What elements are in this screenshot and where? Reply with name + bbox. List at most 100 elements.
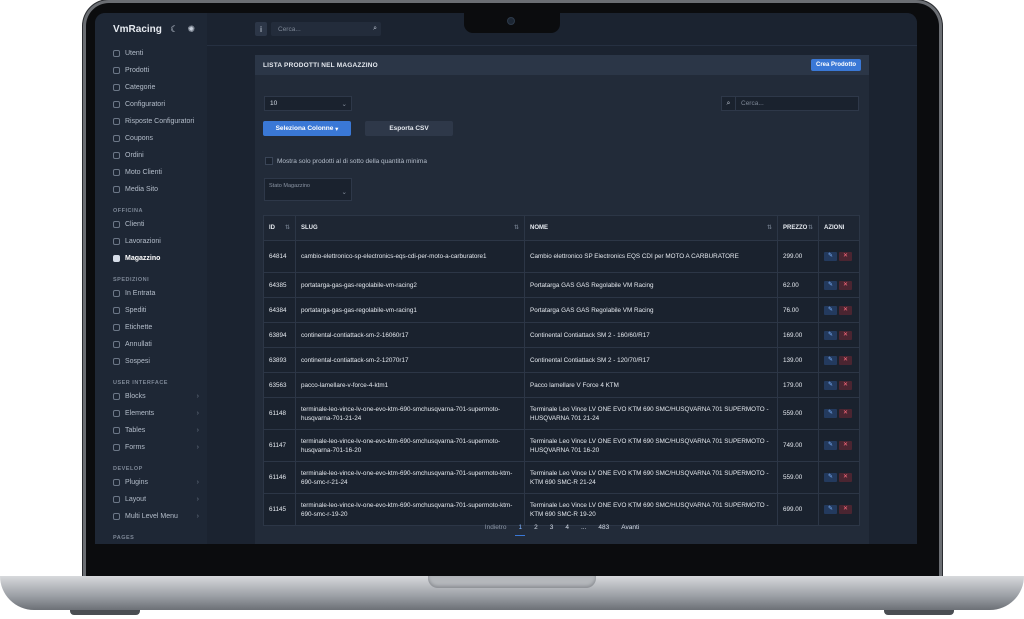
col-slug[interactable]: SLUG ⇅ [295,215,525,241]
sidebar-item-label: Moto Clienti [125,169,162,176]
cell-azioni: ✎ ✕ [818,397,860,430]
delete-icon[interactable]: ✕ [839,473,852,482]
table-search-input[interactable]: Cerca... [736,96,859,111]
cell-prezzo: 76.00 [777,297,819,323]
nav-icon [113,135,120,142]
sidebar-item-layout[interactable]: Layout › [95,491,207,508]
sidebar-item-label: Etichette [125,324,153,331]
sidebar-item-blocks[interactable]: Blocks › [95,388,207,405]
edit-icon[interactable]: ✎ [824,473,837,482]
menu-button[interactable]: i [255,22,267,36]
page-title: LISTA PRODOTTI NEL MAGAZZINO [263,61,378,69]
sidebar-item-multi-level-menu[interactable]: Multi Level Menu › [95,508,207,525]
edit-icon[interactable]: ✎ [824,505,837,514]
delete-icon[interactable]: ✕ [839,441,852,450]
table-row: 61146 terminale-leo-vince-lv-one-evo-ktm-… [263,461,860,494]
delete-icon[interactable]: ✕ [839,305,852,315]
sidebar-section: DEVELOP [113,466,143,472]
nav-icon [113,341,120,348]
sidebar-item-etichette[interactable]: Etichette [95,319,207,336]
sidebar-item-spediti[interactable]: Spediti [95,302,207,319]
sidebar-item-configuratori[interactable]: Configuratori [95,96,207,113]
stock-status-select[interactable]: Stato Magazzino ⌄ [264,178,352,201]
pager-page[interactable]: 483 [595,524,612,536]
sidebar-item-media-sito[interactable]: Media Sito [95,181,207,198]
sidebar-item-label: Configuratori [125,101,166,108]
cell-azioni: ✎ ✕ [818,272,860,298]
sidebar-item-magazzino[interactable]: Magazzino [95,250,207,267]
edit-icon[interactable]: ✎ [824,409,837,418]
delete-icon[interactable]: ✕ [839,330,852,340]
sidebar-item-tables[interactable]: Tables › [95,422,207,439]
sidebar-item-ordini[interactable]: Ordini [95,147,207,164]
sidebar-item-clienti[interactable]: Clienti [95,216,207,233]
sidebar-item-label: Clienti [125,221,145,228]
cell-slug: continental-contiattack-sm-2-16060r17 [295,322,525,348]
sun-icon[interactable]: ✺ [187,24,195,35]
pager-next[interactable]: Avanti [618,524,642,536]
delete-icon[interactable]: ✕ [839,380,852,390]
cell-id: 64385 [263,272,296,298]
moon-icon[interactable]: ☾ [170,24,178,35]
search-icon: ⌕ [721,96,736,111]
sidebar-item-prodotti[interactable]: Prodotti [95,62,207,79]
sidebar-item-elements[interactable]: Elements › [95,405,207,422]
pager-page[interactable]: 4 [562,524,572,536]
delete-icon[interactable]: ✕ [839,252,852,261]
sidebar-item-lavorazioni[interactable]: Lavorazioni [95,233,207,250]
select-columns-button[interactable]: Seleziona Colonne ▾ [263,121,351,136]
sidebar-section: USER INTERFACE [113,380,168,386]
sidebar-item-utenti[interactable]: Utenti [95,45,207,62]
sidebar-item-label: In Entrata [125,290,156,297]
create-product-button[interactable]: Crea Prodotto [810,59,861,71]
sidebar-item-forms[interactable]: Forms › [95,439,207,456]
sidebar-item-sospesi[interactable]: Sospesi [95,353,207,370]
sidebar-item-in-entrata[interactable]: In Entrata [95,285,207,302]
edit-icon[interactable]: ✎ [824,330,837,340]
pager-prev[interactable]: Indietro [482,524,510,536]
chevron-right-icon: › [196,444,199,451]
chevron-right-icon: › [196,427,199,434]
chevron-right-icon: › [196,496,199,503]
search-placeholder: Cerca... [278,25,301,33]
pager-page[interactable]: 1 [515,524,526,536]
sidebar-item-label: Magazzino [125,255,161,262]
edit-icon[interactable]: ✎ [824,441,837,450]
sidebar-item-label: Ordini [125,152,144,159]
table-search[interactable]: ⌕ Cerca... [721,96,859,111]
min-quantity-checkbox[interactable] [265,157,273,165]
edit-icon[interactable]: ✎ [824,280,837,290]
sidebar-nav: Utenti Prodotti Categorie Configuratori Risp… [95,45,207,543]
sidebar-item-categorie[interactable]: Categorie [95,79,207,96]
delete-icon[interactable]: ✕ [839,505,852,514]
edit-icon[interactable]: ✎ [824,380,837,390]
sidebar-item-risposte-configuratori[interactable]: Risposte Configuratori [95,113,207,130]
sidebar-item-label: Media Sito [125,186,159,193]
cell-azioni: ✎ ✕ [818,322,860,348]
col-prezzo[interactable]: PREZZO ⇅ [777,215,819,241]
edit-icon[interactable]: ✎ [824,355,837,365]
sidebar-item-annullati[interactable]: Annullati [95,336,207,353]
sidebar-item-coupons[interactable]: Coupons [95,130,207,147]
search-input[interactable]: Cerca... ⌕ [271,22,381,36]
delete-icon[interactable]: ✕ [839,409,852,418]
cell-prezzo: 169.00 [777,322,819,348]
delete-icon[interactable]: ✕ [839,280,852,290]
edit-icon[interactable]: ✎ [824,305,837,315]
col-nome[interactable]: NOME ⇅ [524,215,778,241]
delete-icon[interactable]: ✕ [839,355,852,365]
export-csv-button[interactable]: Esporta CSV [365,121,453,136]
nav-icon [113,152,120,159]
pager-page[interactable]: 2 [531,524,541,536]
sidebar-item-plugins[interactable]: Plugins › [95,474,207,491]
col-id[interactable]: ID ⇅ [263,215,296,241]
pager-page[interactable]: 3 [547,524,557,536]
table-row: 64814 cambio-elettronico-sp-electronics-e… [263,240,860,273]
edit-icon[interactable]: ✎ [824,252,837,261]
sidebar: VmRacing ☾ ✺ Utenti Prodotti Categorie Conf… [95,13,207,544]
sidebar-item-moto-clienti[interactable]: Moto Clienti [95,164,207,181]
sidebar-item-label: Tables [125,427,146,434]
min-quantity-filter[interactable]: Mostra solo prodotti al di sotto della q… [265,157,427,165]
page-length-select[interactable]: 10 ⌄ [264,96,352,111]
brand: VmRacing ☾ ✺ [95,13,207,45]
